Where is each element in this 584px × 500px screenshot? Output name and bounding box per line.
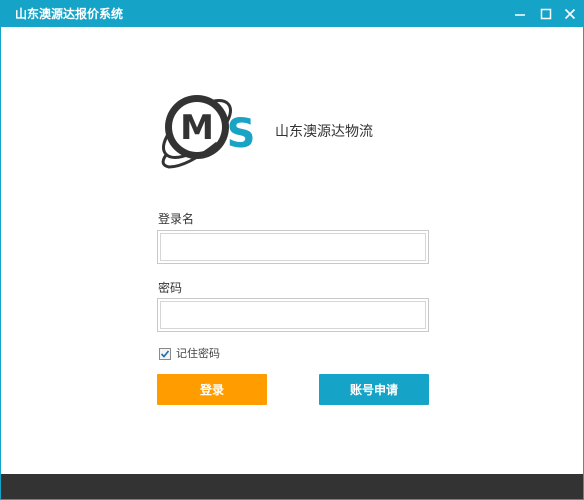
login-button[interactable]: 登录 bbox=[157, 374, 267, 405]
remember-password[interactable]: 记住密码 bbox=[159, 346, 220, 362]
remember-label: 记住密码 bbox=[176, 347, 220, 360]
minimize-icon bbox=[515, 14, 525, 16]
password-input[interactable] bbox=[161, 302, 425, 328]
window-title: 山东澳源达报价系统 bbox=[15, 7, 124, 21]
username-field-inner bbox=[160, 233, 426, 261]
logo-letter-m: M bbox=[180, 108, 214, 148]
app-window: 山东澳源达报价系统 M S 山东澳源达物流 登录名 密码 记住密码 登录 账号申… bbox=[0, 0, 584, 500]
company-logo: M S bbox=[161, 95, 256, 169]
remember-checkbox[interactable] bbox=[159, 348, 171, 360]
maximize-icon bbox=[540, 8, 552, 20]
checkmark-icon bbox=[160, 350, 170, 358]
username-label: 登录名 bbox=[158, 212, 195, 226]
title-bar[interactable]: 山东澳源达报价系统 bbox=[1, 1, 583, 27]
close-icon bbox=[564, 8, 576, 20]
logo-letter-s: S bbox=[227, 111, 256, 157]
username-input[interactable] bbox=[161, 234, 425, 260]
password-field-inner bbox=[160, 301, 426, 329]
maximize-button[interactable] bbox=[535, 4, 557, 24]
minimize-button[interactable] bbox=[509, 4, 531, 24]
close-button[interactable] bbox=[559, 4, 581, 24]
apply-account-button[interactable]: 账号申请 bbox=[319, 374, 429, 405]
password-label: 密码 bbox=[158, 281, 183, 295]
username-field-frame bbox=[157, 230, 429, 264]
password-field-frame bbox=[157, 298, 429, 332]
footer-bar bbox=[1, 474, 583, 499]
brand-name: 山东澳源达物流 bbox=[275, 124, 373, 140]
